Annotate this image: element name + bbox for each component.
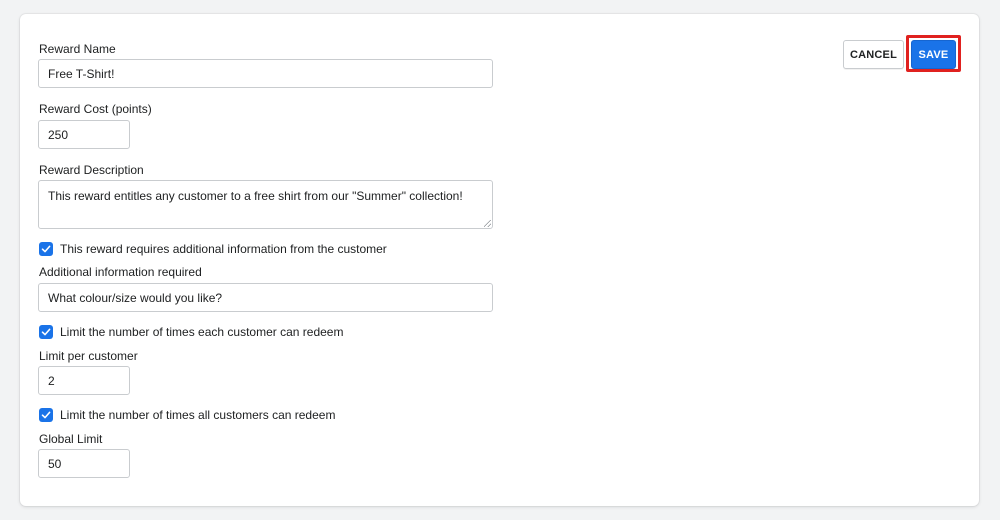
checkmark-icon xyxy=(41,245,51,253)
reward-name-label: Reward Name xyxy=(39,42,116,56)
reward-form-card: Reward Name Reward Cost (points) Reward … xyxy=(20,14,979,506)
limit-per-customer-input[interactable] xyxy=(38,366,130,395)
reward-cost-label: Reward Cost (points) xyxy=(39,102,152,116)
global-limit-label: Global Limit xyxy=(39,432,103,446)
global-limit-input[interactable] xyxy=(38,449,130,478)
limit-per-customer-checkbox[interactable] xyxy=(39,325,53,339)
reward-description-textarea[interactable]: This reward entitles any customer to a f… xyxy=(38,180,493,229)
save-button[interactable]: SAVE xyxy=(911,40,956,69)
requires-info-row[interactable]: This reward requires additional informat… xyxy=(39,241,387,257)
limit-per-customer-label: Limit per customer xyxy=(39,349,138,363)
limit-per-customer-toggle-label: Limit the number of times each customer … xyxy=(60,325,344,339)
additional-info-input[interactable] xyxy=(38,283,493,312)
reward-name-input[interactable] xyxy=(38,59,493,88)
requires-info-checkbox[interactable] xyxy=(39,242,53,256)
reward-description-label: Reward Description xyxy=(39,163,144,177)
additional-info-label: Additional information required xyxy=(39,265,202,279)
global-limit-toggle-label: Limit the number of times all customers … xyxy=(60,408,336,422)
cancel-button[interactable]: CANCEL xyxy=(843,40,904,69)
requires-info-label: This reward requires additional informat… xyxy=(60,242,387,256)
reward-cost-input[interactable] xyxy=(38,120,130,149)
checkmark-icon xyxy=(41,328,51,336)
global-limit-checkbox[interactable] xyxy=(39,408,53,422)
checkmark-icon xyxy=(41,411,51,419)
reward-description-wrapper: This reward entitles any customer to a f… xyxy=(38,180,493,229)
limit-per-customer-row[interactable]: Limit the number of times each customer … xyxy=(39,324,343,340)
global-limit-row[interactable]: Limit the number of times all customers … xyxy=(39,407,335,423)
